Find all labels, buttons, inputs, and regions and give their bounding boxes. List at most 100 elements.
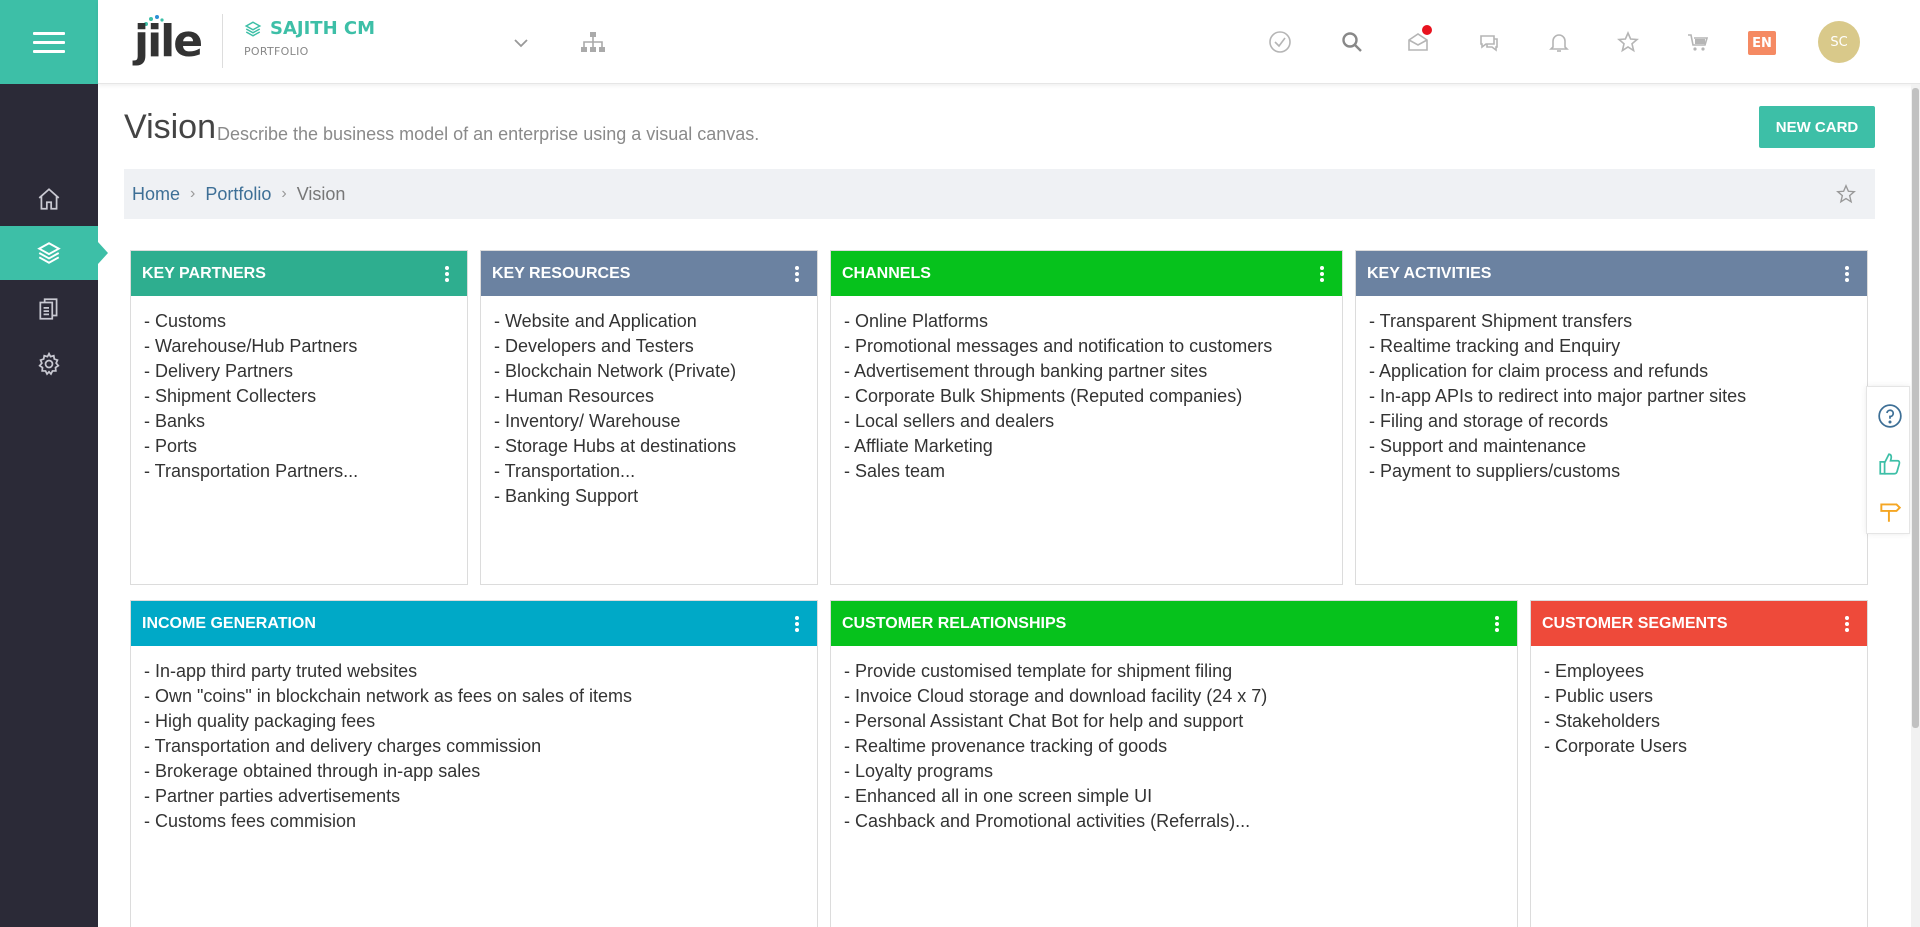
sidebar-item-home[interactable] bbox=[0, 172, 98, 226]
favorites-button[interactable] bbox=[1614, 28, 1642, 56]
documents-icon bbox=[39, 298, 58, 320]
floating-help-panel bbox=[1866, 386, 1910, 534]
card-item: - Local sellers and dealers bbox=[844, 411, 1055, 431]
signpost-icon bbox=[1880, 503, 1902, 522]
card-body[interactable]: - Website and Application - Developers an… bbox=[481, 296, 817, 522]
card-title: INCOME GENERATION bbox=[142, 614, 316, 632]
card-item: - Human Resources bbox=[494, 386, 655, 406]
card-item: - High quality packaging fees bbox=[144, 711, 376, 731]
page-title: Vision bbox=[124, 108, 216, 146]
sidebar-item-portfolio[interactable] bbox=[0, 226, 108, 280]
card-menu-icon[interactable] bbox=[1489, 614, 1505, 634]
guide-button[interactable] bbox=[1875, 497, 1905, 527]
card-item: - Payment to suppliers/customs bbox=[1369, 461, 1621, 481]
chevron-right-icon: › bbox=[281, 185, 287, 202]
card-header: CUSTOMER SEGMENTS bbox=[1531, 601, 1867, 646]
card-item: - Ports bbox=[144, 436, 198, 456]
card-menu-icon[interactable] bbox=[789, 614, 805, 634]
card-item: - Public users bbox=[1544, 686, 1654, 706]
card-item: - Transportation... bbox=[494, 461, 636, 481]
card-body[interactable]: - In-app third party truted websites - Ow… bbox=[131, 646, 817, 847]
card-menu-icon[interactable] bbox=[1839, 264, 1855, 284]
search-button[interactable] bbox=[1338, 28, 1366, 56]
card-item: - Online Platforms bbox=[844, 311, 989, 331]
language-selector[interactable]: EN bbox=[1748, 31, 1776, 55]
card-item: - Employees bbox=[1544, 661, 1645, 681]
card-item: - Enhanced all in one screen simple UI bbox=[844, 786, 1153, 806]
top-bar: jile SAJITH CM PORTFOLIO EN SC bbox=[98, 0, 1920, 84]
user-avatar[interactable]: SC bbox=[1818, 21, 1860, 63]
page-scrollbar[interactable] bbox=[1911, 84, 1920, 927]
card-item: - Realtime provenance tracking of goods bbox=[844, 736, 1168, 756]
card-income-generation: INCOME GENERATION - In-app third party t… bbox=[130, 600, 818, 927]
help-button[interactable] bbox=[1875, 401, 1905, 431]
sidebar-item-settings[interactable] bbox=[0, 337, 98, 391]
layers-icon bbox=[244, 20, 262, 37]
chat-button[interactable] bbox=[1475, 28, 1503, 56]
breadcrumb: Home › Portfolio › Vision bbox=[124, 169, 1875, 219]
sidebar-item-documents[interactable] bbox=[0, 282, 98, 336]
card-menu-icon[interactable] bbox=[1314, 264, 1330, 284]
card-item: - Corporate Users bbox=[1544, 736, 1688, 756]
card-item: - Stakeholders bbox=[1544, 711, 1661, 731]
breadcrumb-portfolio[interactable]: Portfolio bbox=[205, 184, 271, 205]
tasks-button[interactable] bbox=[1266, 28, 1294, 56]
card-body[interactable]: - Transparent Shipment transfers - Realti… bbox=[1356, 296, 1867, 497]
card-item: - Sales team bbox=[844, 461, 946, 481]
chevron-down-icon bbox=[514, 39, 528, 48]
card-channels: CHANNELS - Online Platforms - Promotional… bbox=[830, 250, 1343, 585]
card-item: - Banking Support bbox=[494, 486, 639, 506]
card-item: - Transparent Shipment transfers bbox=[1369, 311, 1633, 331]
chevron-right-icon: › bbox=[190, 185, 196, 202]
jile-logo[interactable]: jile bbox=[134, 14, 203, 70]
project-dropdown-toggle[interactable] bbox=[512, 34, 530, 53]
card-menu-icon[interactable] bbox=[789, 264, 805, 284]
bookmark-star-button[interactable] bbox=[1835, 183, 1857, 210]
card-key-partners: KEY PARTNERS - Customs - Warehouse/Hub Pa… bbox=[130, 250, 468, 585]
card-header: KEY PARTNERS bbox=[131, 251, 467, 296]
card-customer-segments: CUSTOMER SEGMENTS - Employees - Public us… bbox=[1530, 600, 1868, 927]
card-item: - Blockchain Network (Private) bbox=[494, 361, 737, 381]
card-item: - In-app APIs to redirect into major par… bbox=[1369, 386, 1747, 406]
card-body[interactable]: - Customs - Warehouse/Hub Partners - Deliv… bbox=[131, 296, 467, 497]
layers-icon bbox=[37, 242, 61, 264]
card-item: - Delivery Partners bbox=[144, 361, 294, 381]
star-icon bbox=[1836, 184, 1856, 204]
project-subtitle: PORTFOLIO bbox=[244, 45, 309, 58]
divider bbox=[222, 14, 223, 68]
card-item: - Cashback and Promotional activities (R… bbox=[844, 811, 1251, 831]
card-body[interactable]: - Provide customised template for shipme… bbox=[831, 646, 1517, 847]
card-item: - Transportation and delivery charges co… bbox=[144, 736, 542, 756]
card-item: - Filing and storage of records bbox=[1369, 411, 1609, 431]
card-item: - Loyalty programs bbox=[844, 761, 994, 781]
feedback-button[interactable] bbox=[1875, 449, 1905, 479]
card-key-activities: KEY ACTIVITIES - Transparent Shipment tr… bbox=[1355, 250, 1868, 585]
breadcrumb-home[interactable]: Home bbox=[132, 184, 180, 205]
scrollbar-thumb[interactable] bbox=[1912, 88, 1919, 728]
card-header: KEY ACTIVITIES bbox=[1356, 251, 1867, 296]
notification-dot bbox=[1422, 25, 1432, 35]
cart-button[interactable] bbox=[1684, 28, 1712, 56]
menu-toggle-button[interactable] bbox=[0, 0, 98, 84]
card-menu-icon[interactable] bbox=[439, 264, 455, 284]
card-item: - Customs fees commision bbox=[144, 811, 357, 831]
card-item: - Transportation Partners... bbox=[144, 461, 359, 481]
card-header: KEY RESOURCES bbox=[481, 251, 817, 296]
new-card-button[interactable]: NEW CARD bbox=[1759, 106, 1875, 148]
card-item: - Website and Application bbox=[494, 311, 697, 331]
left-sidebar bbox=[0, 0, 108, 927]
card-item: - Application for claim process and refu… bbox=[1369, 361, 1709, 381]
project-selector[interactable]: SAJITH CM PORTFOLIO bbox=[244, 18, 375, 58]
notifications-button[interactable] bbox=[1545, 28, 1573, 56]
card-title: CUSTOMER SEGMENTS bbox=[1542, 614, 1728, 632]
thumbs-up-icon bbox=[1879, 453, 1901, 475]
card-item: - Shipment Collecters bbox=[144, 386, 317, 406]
card-menu-icon[interactable] bbox=[1839, 614, 1855, 634]
card-item: - Invoice Cloud storage and download fac… bbox=[844, 686, 1268, 706]
hamburger-icon bbox=[33, 32, 65, 53]
hierarchy-button[interactable] bbox=[580, 32, 606, 58]
card-body[interactable]: - Online Platforms - Promotional messages… bbox=[831, 296, 1342, 497]
card-body[interactable]: - Employees - Public users - Stakeholders -… bbox=[1531, 646, 1867, 772]
inbox-button[interactable] bbox=[1404, 25, 1432, 56]
card-item: - Advertisement through banking partner … bbox=[844, 361, 1208, 381]
